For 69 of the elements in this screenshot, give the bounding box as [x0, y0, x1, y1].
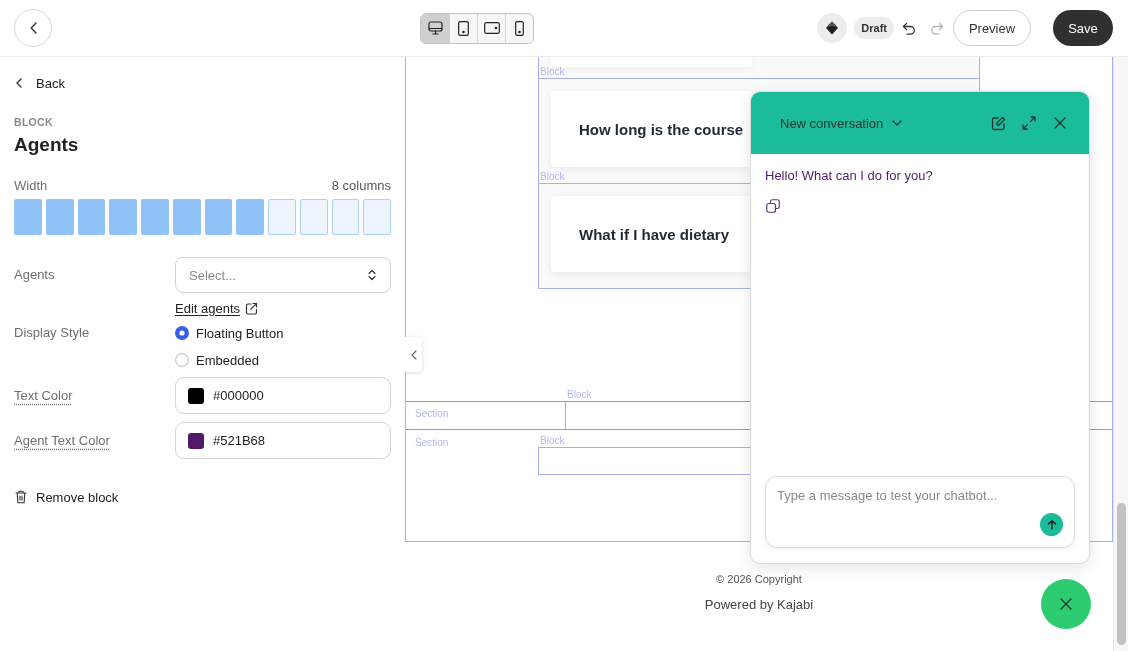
faq-question: How long is the course [579, 120, 744, 138]
field-label: Agent Text Color [14, 432, 110, 450]
block-label: Block [540, 171, 565, 183]
collapse-tab[interactable] [405, 337, 422, 372]
column-segment[interactable] [45, 199, 74, 235]
back-link[interactable]: Back [14, 73, 65, 93]
up-down-chevron-icon [368, 269, 376, 281]
column-segment[interactable] [268, 199, 296, 235]
tablet-landscape-icon [483, 22, 500, 34]
phone-icon [515, 20, 524, 36]
block-label: Block [567, 388, 592, 401]
panel-title: Agents [14, 133, 79, 157]
chat-message: Hello! What can I do for you? [765, 168, 933, 184]
width-value: 8 columns [331, 178, 391, 194]
color-field[interactable]: #000000 [175, 377, 391, 414]
block-label: Block [540, 66, 565, 78]
desktop-view-button[interactable] [421, 13, 449, 43]
column-segment[interactable] [363, 199, 391, 235]
column-segment[interactable] [109, 199, 137, 235]
caret-down-icon [892, 120, 903, 126]
column-segment[interactable] [77, 199, 106, 235]
close-icon [1060, 598, 1072, 610]
credit-text: Powered by Kajabi [704, 597, 814, 613]
column-segment[interactable] [141, 199, 169, 235]
edit-icon[interactable] [991, 115, 1006, 131]
chevron-left-icon [29, 22, 37, 34]
edit-agents-link[interactable]: Edit agents [175, 299, 259, 317]
arrow-up-icon [1046, 519, 1057, 530]
radio-option[interactable]: Floating Button [175, 324, 284, 342]
scrollbar-thumb[interactable] [1116, 503, 1126, 645]
section-eyebrow: BLOCK [14, 115, 53, 129]
faq-question: What if I have dietary [579, 225, 730, 243]
message-input[interactable]: Type a message to test your chatbot... [765, 476, 1075, 548]
expand-icon[interactable] [1022, 116, 1036, 130]
remove-block-button[interactable]: Remove block [14, 487, 119, 507]
block-label: Block [540, 434, 565, 447]
column-segment[interactable] [14, 199, 42, 235]
radio-icon[interactable] [175, 353, 189, 367]
trash-icon [15, 490, 27, 504]
select-field[interactable]: Select... [175, 257, 391, 293]
close-icon[interactable] [1054, 117, 1066, 129]
column-segment[interactable] [236, 199, 264, 235]
tablet-icon [458, 20, 469, 36]
column-segment[interactable] [204, 199, 233, 235]
chevron-left-icon [16, 78, 22, 88]
column-segment[interactable] [299, 199, 328, 235]
save-button[interactable]: Save [1053, 10, 1113, 46]
scrollbar[interactable] [1113, 57, 1128, 651]
column-segment[interactable] [331, 199, 360, 235]
back-button[interactable] [14, 9, 52, 47]
section-label: Section [414, 435, 450, 449]
field-label: Text Color [14, 387, 73, 405]
monitor-icon [427, 21, 443, 35]
status-badge: Draft [854, 17, 894, 39]
copyright-text: © 2026 Copyright [716, 573, 802, 586]
field-label: Width [14, 178, 48, 194]
chevron-left-icon [410, 349, 417, 360]
radio-option[interactable]: Embedded [175, 351, 259, 369]
color-field[interactable]: #521B68 [175, 422, 391, 459]
field-label: Agents [14, 266, 55, 284]
preview-button[interactable]: Preview [953, 10, 1031, 46]
column-segment[interactable] [172, 199, 201, 235]
radio-icon[interactable] [175, 326, 189, 340]
external-link-icon [245, 301, 259, 315]
undo-icon[interactable] [902, 21, 916, 35]
conversation-dropdown[interactable]: New conversation [780, 115, 903, 131]
copy-icon[interactable] [766, 199, 780, 213]
field-label: Display Style [14, 324, 90, 342]
section-label: Section [414, 406, 450, 420]
